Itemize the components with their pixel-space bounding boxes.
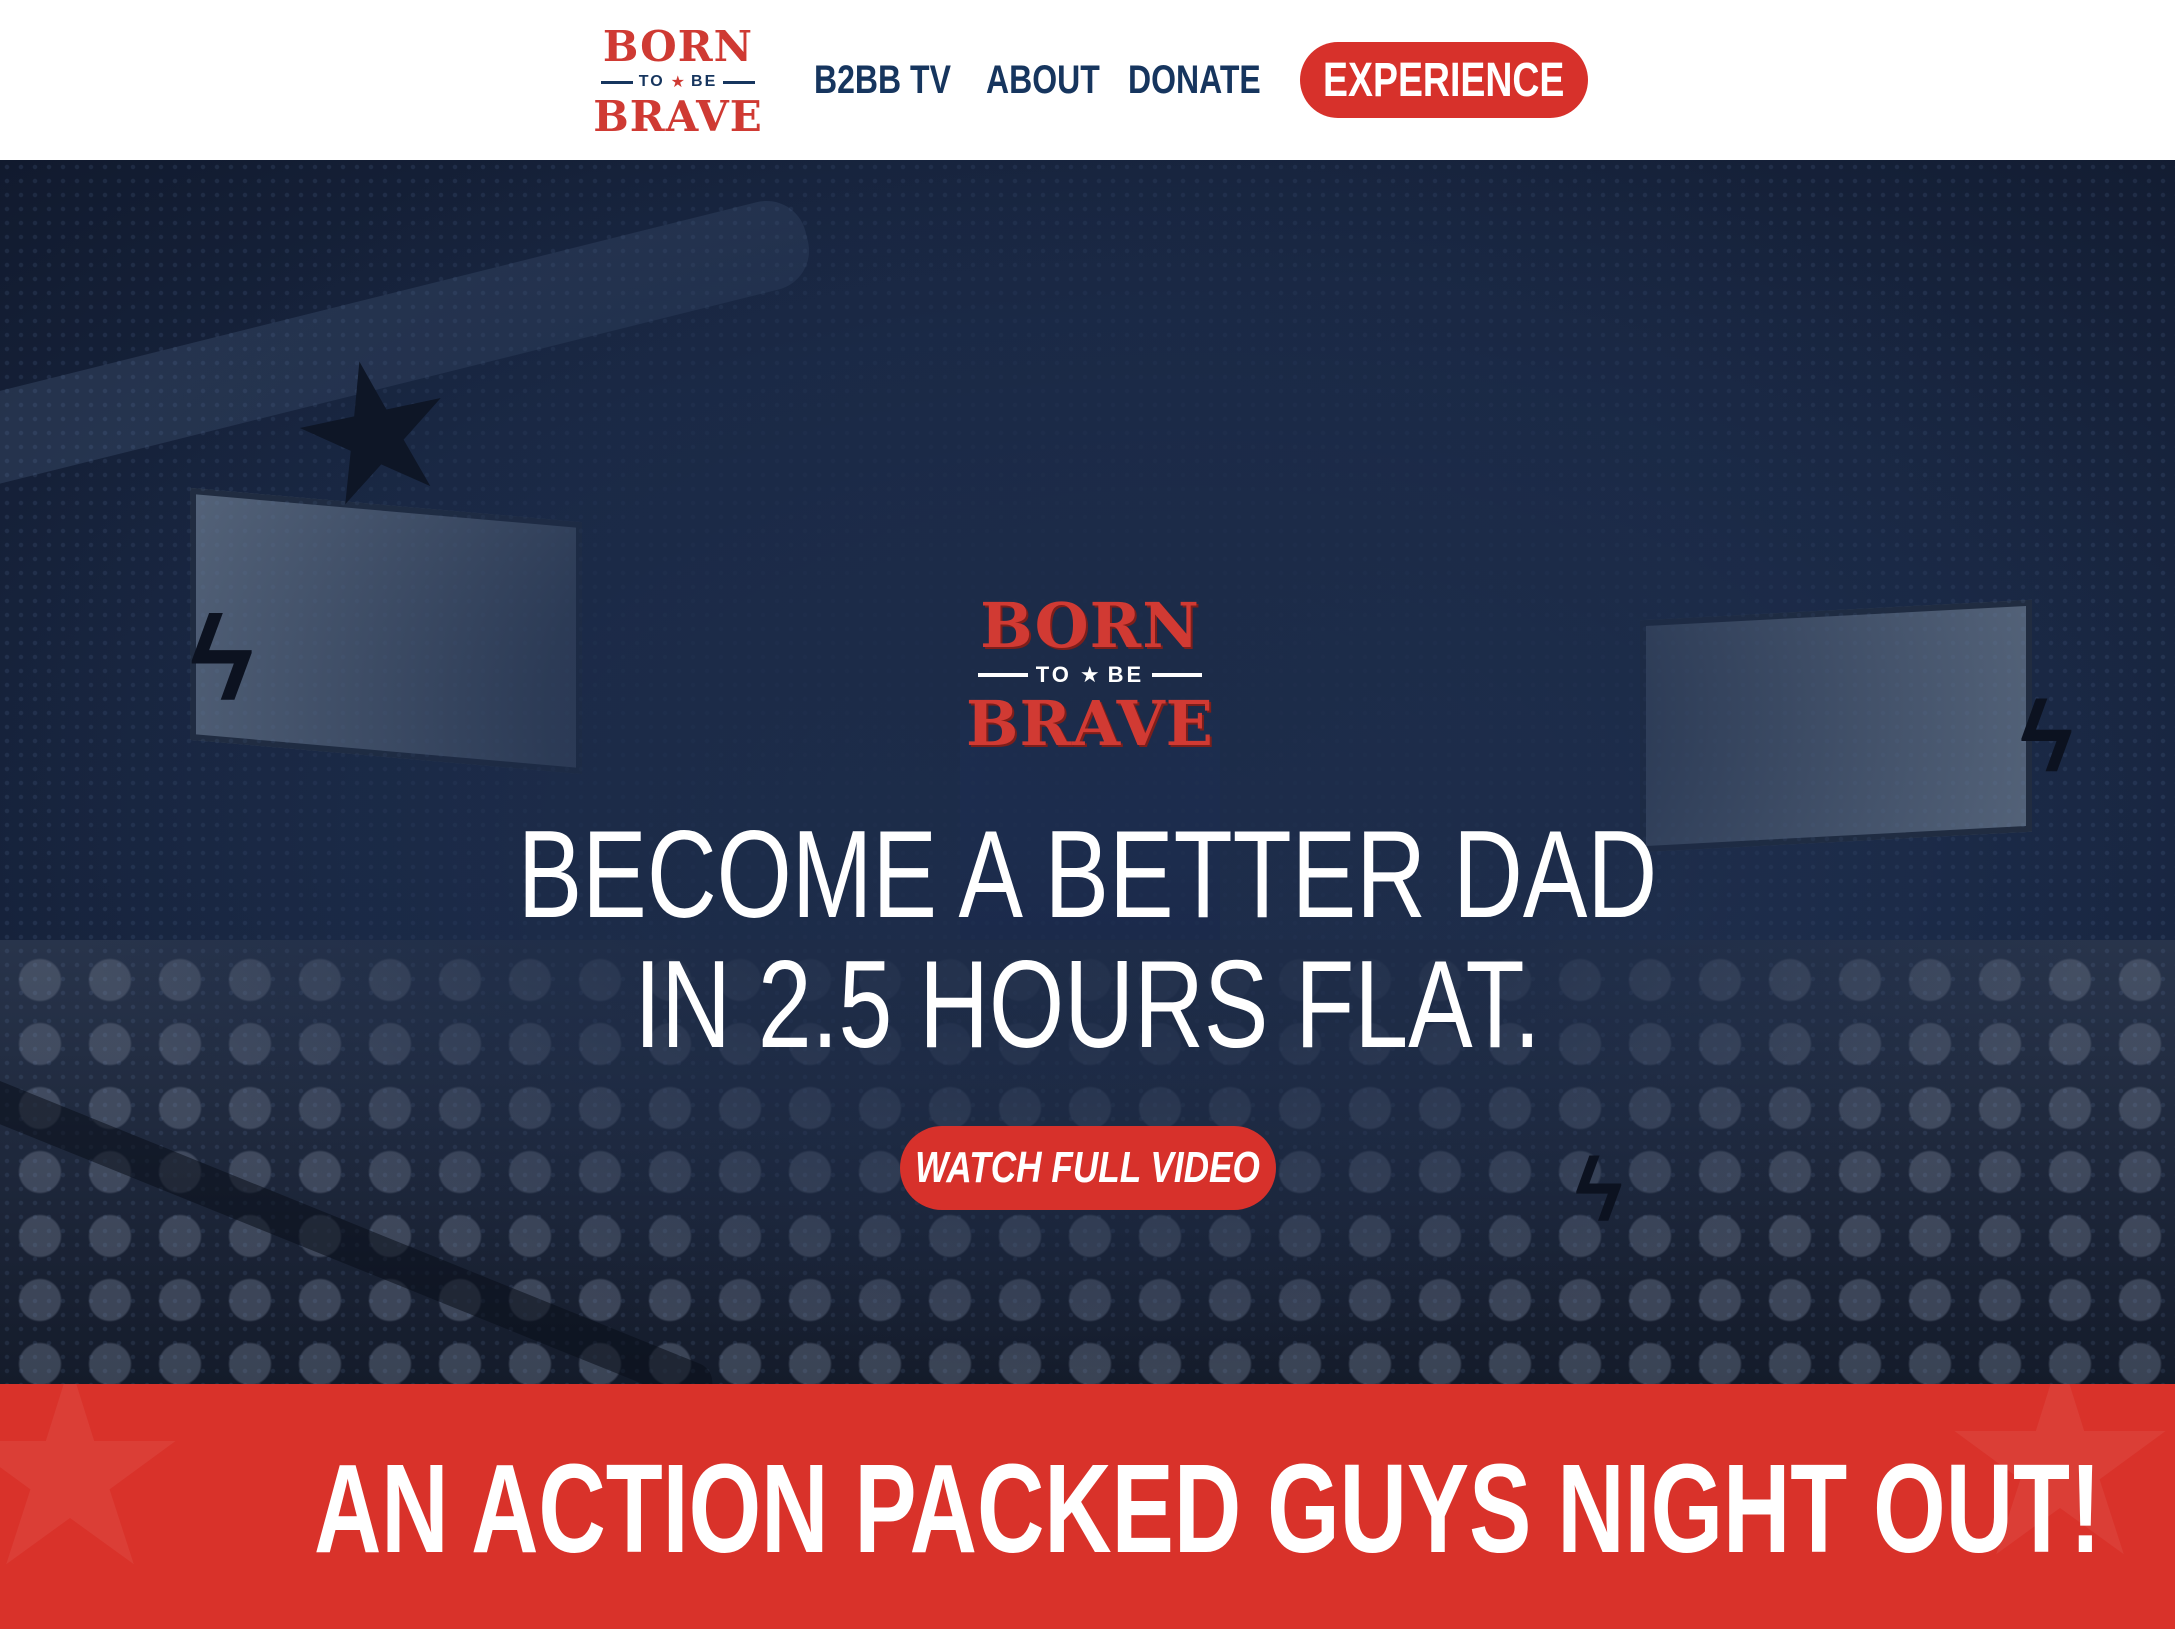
logo-born: BORN (602, 22, 754, 71)
logo-divider-left (600, 80, 633, 84)
hero-headline-line-2: IN 2.5 HOURS FLAT. (634, 936, 1541, 1074)
star-icon: ★ (670, 74, 686, 91)
logo-to: TO (638, 73, 665, 90)
nav-item-about[interactable]: ABOUT (986, 52, 1128, 108)
experience-button-label: EXPERIENCE (1323, 53, 1565, 107)
logo-brave: BRAVE (593, 92, 763, 141)
star-icon: ★ (1079, 662, 1100, 687)
hero-logo-be: BE (1107, 662, 1145, 687)
nav-item-donate[interactable]: DONATE (1128, 52, 1294, 108)
bolt-icon: ϟ (190, 592, 254, 726)
watch-full-video-label: WATCH FULL VIDEO (915, 1143, 1261, 1192)
hero-logo-divider-left (977, 673, 1028, 677)
hero-headline: BECOME A BETTER DAD IN 2.5 HOURS FLAT. (300, 810, 1875, 1070)
hero-headline-line-1: BECOME A BETTER DAD (517, 806, 1658, 944)
hero-logo-born: BORN (980, 589, 1200, 662)
tagline-banner: AN ACTION PACKED GUYS NIGHT OUT! (0, 1384, 2175, 1629)
bolt-icon: ϟ (1575, 1141, 1623, 1241)
logo-be: BE (691, 73, 718, 90)
nav-link-b2bb-tv[interactable]: B2BB TV (814, 58, 951, 103)
nav-link-about[interactable]: ABOUT (986, 58, 1100, 103)
banner-heading: AN ACTION PACKED GUYS NIGHT OUT! (0, 1444, 2175, 1574)
hero-logo-to: TO (1035, 662, 1072, 687)
nav-item-b2bb-tv[interactable]: B2BB TV (814, 52, 985, 108)
site-header: BORN TO ★ BE BRAVE B2BB TV ABOUT DONATE … (0, 0, 2175, 160)
hero-logo-brave: BRAVE (966, 687, 1214, 760)
hero-section: ϟ ϟ ϟ BORN TO ★ BE BRAVE BECOME A BETTER… (0, 160, 2175, 1384)
nav-link-donate[interactable]: DONATE (1128, 58, 1261, 103)
banner-heading-text: AN ACTION PACKED GUYS NIGHT OUT! (313, 1438, 2102, 1579)
hero-logo-divider-right (1152, 673, 1203, 677)
hero-logo: BORN TO ★ BE BRAVE (955, 595, 1225, 755)
logo-divider-right (723, 80, 756, 84)
header-logo[interactable]: BORN TO ★ BE BRAVE (586, 22, 770, 138)
watch-full-video-button[interactable]: WATCH FULL VIDEO (900, 1126, 1276, 1210)
experience-button[interactable]: EXPERIENCE (1300, 42, 1588, 118)
bolt-icon: ϟ (2020, 681, 2073, 793)
